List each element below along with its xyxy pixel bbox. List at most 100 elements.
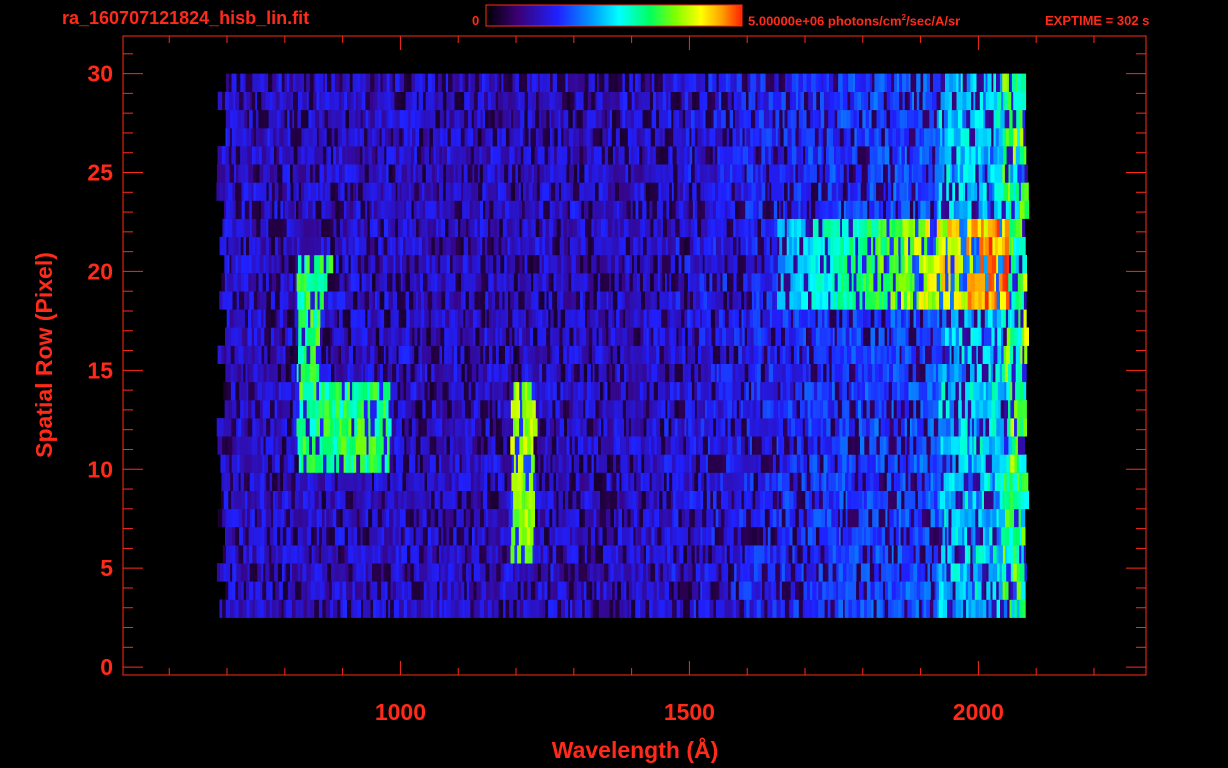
heatmap-cell <box>841 400 845 419</box>
heatmap-cell <box>306 454 311 473</box>
heatmap-cell <box>220 418 224 437</box>
heatmap-cell <box>375 327 380 346</box>
heatmap-cell <box>808 327 812 346</box>
heatmap-cell <box>678 508 682 528</box>
heatmap-cell <box>362 581 367 600</box>
heatmap-cell <box>766 400 771 419</box>
heatmap-cell <box>525 309 529 328</box>
heatmap-cell <box>438 490 441 510</box>
heatmap-cell <box>831 436 837 455</box>
heatmap-cell <box>900 527 904 546</box>
heatmap-cell <box>530 327 534 346</box>
heatmap-cell <box>775 418 780 437</box>
heatmap-cell <box>756 381 761 401</box>
heatmap-cell <box>508 309 513 328</box>
heatmap-cell <box>961 363 967 383</box>
heatmap-cell <box>686 436 691 455</box>
heatmap-cell <box>319 291 323 310</box>
heatmap-cell <box>257 436 261 455</box>
heatmap-cell <box>668 418 672 437</box>
heatmap-cell <box>410 363 415 383</box>
heatmap-cell <box>484 527 487 546</box>
heatmap-cell <box>360 309 364 328</box>
heatmap-cell <box>751 381 755 401</box>
heatmap-cell <box>591 254 595 274</box>
heatmap-cell <box>532 327 538 346</box>
heatmap-cell <box>900 581 903 600</box>
heatmap-cell <box>481 309 486 328</box>
heatmap-cell <box>455 472 459 491</box>
heatmap-cell <box>547 436 553 455</box>
heatmap-cell <box>256 490 261 510</box>
heatmap-cell <box>459 563 463 582</box>
heatmap-cell <box>550 599 554 618</box>
heatmap-cell <box>378 472 384 491</box>
heatmap-cell <box>699 545 703 564</box>
heatmap-cell <box>1015 436 1019 455</box>
heatmap-cell <box>696 599 699 618</box>
heatmap-cell <box>624 508 628 528</box>
heatmap-cell <box>487 400 491 419</box>
heatmap-cell <box>723 400 728 419</box>
heatmap-cell <box>918 472 923 491</box>
heatmap-cell <box>1000 400 1005 419</box>
heatmap-cell <box>608 291 612 310</box>
heatmap-cell <box>550 381 554 401</box>
heatmap-cell <box>647 454 651 473</box>
heatmap-cell <box>700 418 705 437</box>
heatmap-cell <box>749 454 754 473</box>
heatmap-cell <box>628 527 632 546</box>
heatmap-cell <box>817 436 821 455</box>
heatmap-cell <box>356 508 360 528</box>
heatmap-cell <box>851 508 856 528</box>
heatmap-cell <box>769 436 773 455</box>
heatmap-cell <box>704 563 709 582</box>
heatmap-cell <box>518 291 522 310</box>
heatmap-cell <box>748 527 753 546</box>
heatmap-cell <box>326 436 331 455</box>
heatmap-cell <box>938 508 943 528</box>
heatmap-cell <box>759 527 764 546</box>
heatmap-cell <box>805 490 810 510</box>
heatmap-cell <box>996 291 1001 310</box>
heatmap-cell <box>903 327 906 346</box>
heatmap-cell <box>240 345 244 364</box>
heatmap-cell <box>276 273 281 292</box>
heatmap-cell <box>579 472 584 491</box>
heatmap-cell <box>665 291 669 310</box>
heatmap-cell <box>831 345 837 364</box>
heatmap-cell <box>630 418 635 437</box>
heatmap-cell <box>560 273 564 292</box>
heatmap-cell <box>866 418 870 437</box>
heatmap-cell <box>864 436 867 455</box>
heatmap-cell <box>251 345 255 364</box>
heatmap-cell <box>616 454 621 473</box>
heatmap-cell <box>708 527 712 546</box>
heatmap-cell <box>908 381 912 401</box>
heatmap-cell <box>741 490 745 510</box>
heatmap-cell <box>398 436 401 455</box>
heatmap-cell <box>571 273 575 292</box>
heatmap-cell <box>416 291 419 310</box>
heatmap-cell <box>606 508 611 528</box>
heatmap-cell <box>886 345 890 364</box>
heatmap-cell <box>861 400 864 419</box>
heatmap-cell <box>837 472 843 491</box>
heatmap-cell <box>843 490 846 510</box>
heatmap-cell <box>550 345 553 364</box>
heatmap-cell <box>578 545 583 564</box>
heatmap-cell <box>1019 472 1022 491</box>
heatmap-cell <box>890 490 895 510</box>
heatmap-cell <box>470 345 475 364</box>
heatmap-cell <box>792 273 796 292</box>
heatmap-cell <box>296 418 299 437</box>
heatmap-cell <box>658 381 661 401</box>
heatmap-cell <box>785 490 790 510</box>
heatmap-cell <box>946 508 949 528</box>
heatmap-cell <box>503 527 509 546</box>
heatmap-cell <box>568 490 573 510</box>
heatmap-cell <box>909 508 912 528</box>
heatmap-cell <box>425 363 428 383</box>
heatmap-cell <box>222 436 226 455</box>
heatmap-cell <box>648 327 652 346</box>
